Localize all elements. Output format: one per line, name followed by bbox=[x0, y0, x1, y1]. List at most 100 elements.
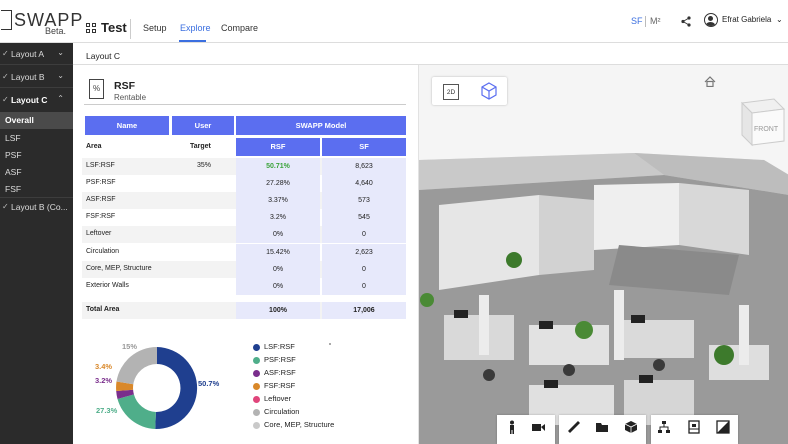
view-cube-icon[interactable]: FRONT bbox=[734, 95, 786, 155]
chevron-down-icon: ⌄ bbox=[57, 48, 64, 57]
donut-label-fsf: 3.4% bbox=[95, 362, 113, 371]
logo-mark bbox=[1, 10, 12, 30]
cell-sf: 0 bbox=[322, 261, 406, 278]
donut-slice-psf bbox=[117, 394, 156, 429]
table-row: Exterior Walls 0% 0 bbox=[82, 278, 406, 295]
header-user-requirement: User Requirement bbox=[172, 116, 234, 149]
sidebar-item-label: PSF bbox=[5, 150, 22, 160]
legend-item: PSF:RSF bbox=[253, 355, 373, 367]
table-total-row: Total Area 100% 17,006 bbox=[82, 302, 406, 319]
legend-item: ASF:RSF bbox=[253, 368, 373, 380]
sidebar-subitem-lsf[interactable]: LSF bbox=[0, 130, 73, 147]
cell-name: PSF:RSF bbox=[86, 179, 116, 186]
sidebar-subitem-asf[interactable]: ASF bbox=[0, 164, 73, 181]
chevron-up-icon: ⌃ bbox=[57, 94, 64, 103]
check-icon: ✓ bbox=[2, 202, 9, 211]
shading-icon[interactable] bbox=[716, 420, 730, 434]
cell-rsf: 27.28% bbox=[236, 175, 320, 192]
sidebar-item-label: Layout B (Co... bbox=[11, 202, 68, 212]
cell-name: Leftover bbox=[86, 230, 112, 237]
donut-label-asf: 3.2% bbox=[95, 376, 113, 385]
sidebar-item-layout-a[interactable]: ✓ Layout A ⌄ bbox=[0, 46, 73, 63]
legend-item: Circulation bbox=[253, 407, 373, 419]
top-bar: SWAPP Beta. Test Setup Explore Compare S… bbox=[0, 0, 788, 43]
sidebar-subitem-overall[interactable]: Overall bbox=[0, 112, 73, 129]
legend-item: FSF:RSF bbox=[253, 381, 373, 393]
donut-slice-circulation bbox=[116, 347, 157, 385]
hierarchy-icon[interactable] bbox=[657, 420, 671, 434]
donut-label-lsf: 50.7% bbox=[198, 379, 220, 388]
table-row: Circulation 15.42% 2,623 bbox=[82, 244, 406, 261]
view-2d-button[interactable]: 2D bbox=[443, 84, 459, 100]
cell-rsf: 0% bbox=[236, 278, 320, 295]
divider bbox=[645, 16, 646, 27]
donut-slice-lsf bbox=[155, 347, 198, 430]
user-avatar-icon[interactable] bbox=[704, 13, 718, 27]
floor-plan-icon[interactable] bbox=[687, 420, 701, 434]
cell-sf: 17,006 bbox=[322, 302, 406, 319]
cell-sf: 8,623 bbox=[322, 158, 406, 175]
video-camera-icon[interactable] bbox=[531, 420, 545, 434]
cell-rsf: 3.37% bbox=[236, 192, 320, 209]
chevron-down-icon[interactable]: ⌄ bbox=[776, 15, 783, 24]
view-3d-cube-icon[interactable] bbox=[478, 80, 500, 102]
cell-name: Circulation bbox=[86, 248, 120, 255]
logo-beta-label: Beta. bbox=[45, 26, 67, 36]
table-row: FSF:RSF 3.2% 545 bbox=[82, 209, 406, 226]
tab-explore[interactable]: Explore bbox=[180, 23, 211, 33]
tab-setup[interactable]: Setup bbox=[143, 23, 167, 33]
sidebar-item-label: Layout B bbox=[11, 72, 45, 82]
sidebar-item-label: Layout C bbox=[11, 95, 48, 105]
cell-rsf: 0% bbox=[236, 261, 320, 278]
sidebar-item-layout-b[interactable]: ✓ Layout B ⌄ bbox=[0, 69, 73, 86]
percent-doc-icon: % bbox=[89, 79, 104, 99]
folder-icon[interactable] bbox=[595, 420, 609, 434]
cell-name: ASF:RSF bbox=[86, 196, 116, 203]
person-icon[interactable] bbox=[505, 420, 519, 434]
project-title[interactable]: Test bbox=[86, 20, 127, 35]
check-icon: ✓ bbox=[2, 95, 9, 104]
cell-name: LSF:RSF bbox=[86, 162, 115, 169]
sidebar-subitem-psf[interactable]: PSF bbox=[0, 147, 73, 164]
divider bbox=[130, 19, 131, 39]
sidebar-item-label: ASF bbox=[5, 167, 22, 177]
sidebar-item-label: FSF bbox=[5, 184, 22, 194]
unit-sf-toggle[interactable]: SF bbox=[631, 16, 643, 26]
ruler-icon[interactable] bbox=[567, 420, 581, 434]
svg-text:FRONT: FRONT bbox=[754, 126, 779, 133]
cell-rsf: 100% bbox=[236, 302, 320, 319]
cell-rsf: 15.42% bbox=[236, 244, 320, 261]
subheader-rsf: RSF bbox=[236, 138, 320, 156]
tab-compare[interactable]: Compare bbox=[221, 23, 258, 33]
chevron-down-icon: ⌄ bbox=[57, 71, 64, 80]
unit-m2-toggle[interactable]: M² bbox=[650, 16, 661, 26]
table-row: Core, MEP, Structure 0% 0 bbox=[82, 261, 406, 278]
project-name: Test bbox=[101, 20, 127, 35]
user-name[interactable]: Efrat Gabriela bbox=[722, 15, 771, 24]
divider bbox=[0, 197, 73, 198]
cell-name: Total Area bbox=[86, 306, 120, 313]
sidebar-subitem-fsf[interactable]: FSF bbox=[0, 181, 73, 198]
sidebar-item-label: LSF bbox=[5, 133, 21, 143]
office-3d-render[interactable] bbox=[419, 65, 788, 444]
cell-rsf: 50.71% bbox=[236, 158, 320, 175]
divider bbox=[0, 64, 73, 65]
divider bbox=[84, 104, 406, 105]
subheader-area: Area bbox=[86, 143, 102, 150]
subheader-sf: SF bbox=[322, 138, 406, 156]
3d-viewport[interactable] bbox=[418, 65, 788, 444]
check-icon: ✓ bbox=[2, 49, 9, 58]
cell-rsf: 3.2% bbox=[236, 209, 320, 226]
sidebar-item-layout-c[interactable]: ✓ Layout C ⌃ bbox=[0, 92, 73, 109]
table-row: LSF:RSF 35% 50.71% 8,623 bbox=[82, 158, 406, 175]
header-swapp-model: SWAPP Model bbox=[236, 116, 406, 135]
table-row: PSF:RSF 27.28% 4,640 bbox=[82, 175, 406, 192]
legend-item: Core, MEP, Structure bbox=[253, 420, 373, 432]
box-icon[interactable] bbox=[624, 420, 638, 434]
home-icon[interactable] bbox=[704, 76, 716, 87]
sidebar-item-label: Layout A bbox=[11, 49, 45, 59]
sidebar-item-layout-b-copy[interactable]: ✓ Layout B (Co... bbox=[0, 199, 73, 216]
grid-icon bbox=[86, 22, 96, 33]
cell-rsf: 0% bbox=[236, 226, 320, 243]
share-icon[interactable] bbox=[681, 16, 691, 27]
